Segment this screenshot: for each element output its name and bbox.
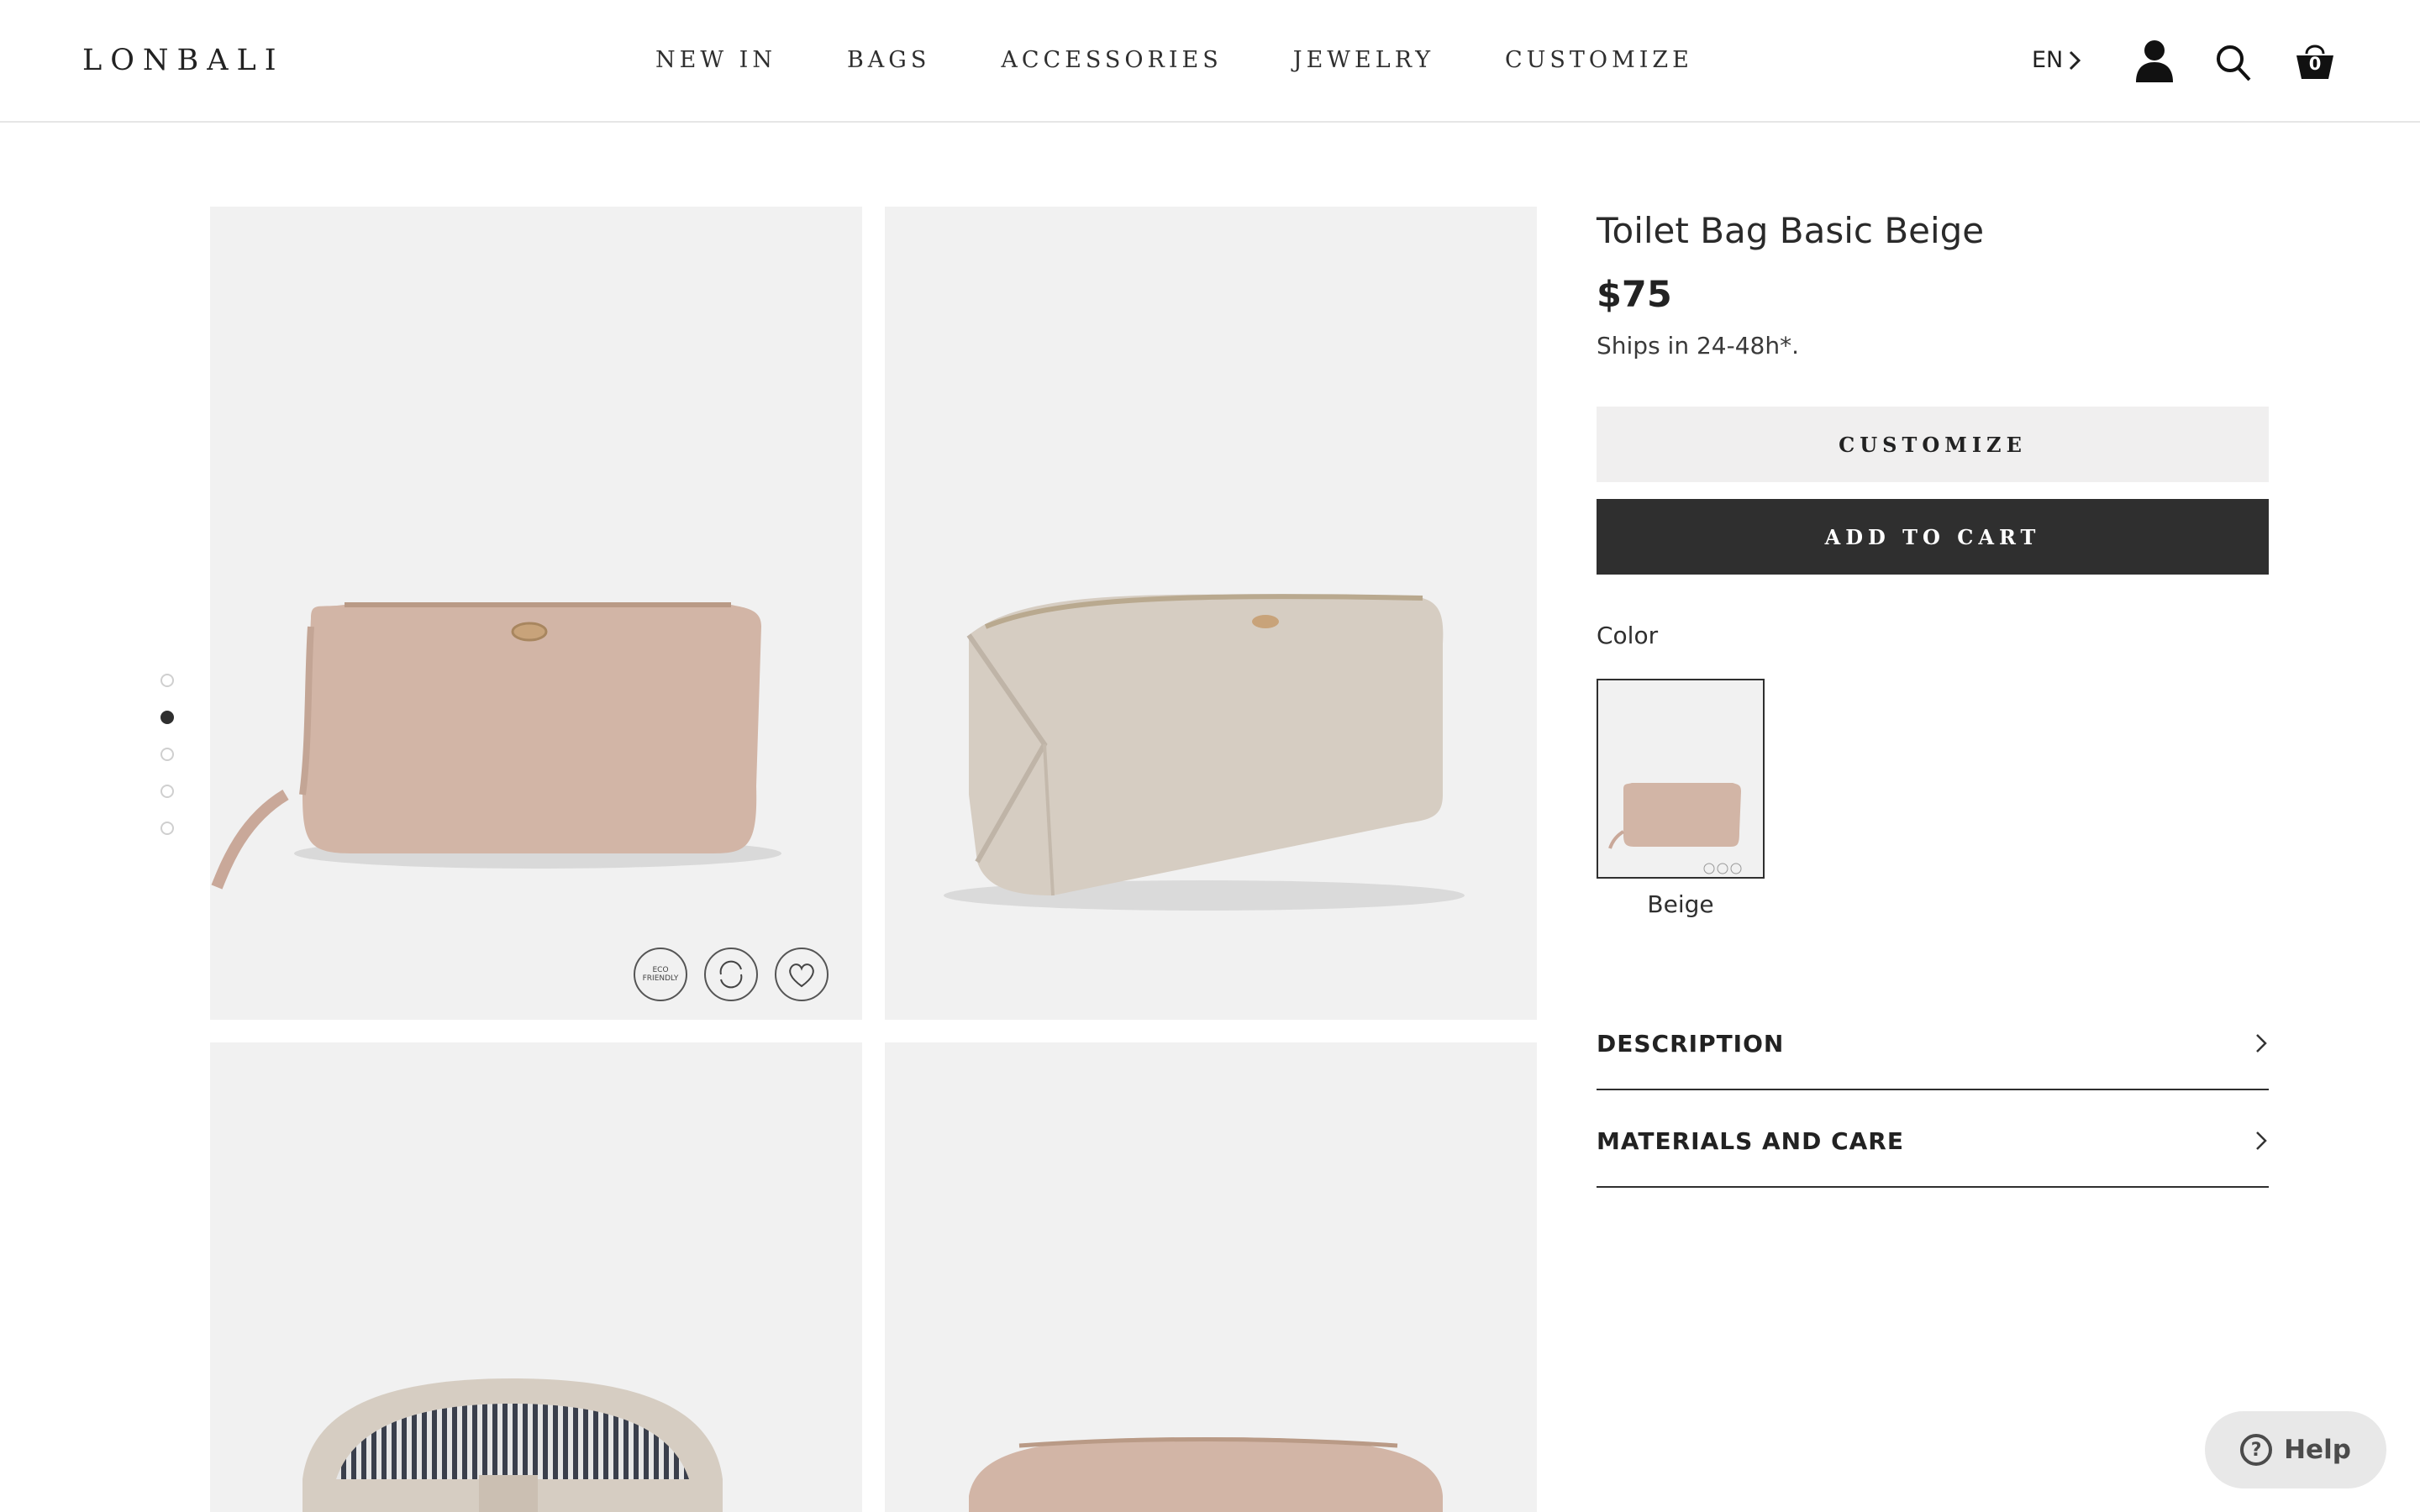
product-image-open[interactable] <box>210 1042 862 1512</box>
recycle-icon <box>704 948 758 1001</box>
badge-group: ECO FRIENDLY <box>617 948 829 1001</box>
customize-button[interactable]: CUSTOMIZE <box>1597 407 2269 482</box>
language-selector[interactable]: EN <box>2032 47 2081 73</box>
accordion-materials-label: MATERIALS AND CARE <box>1597 1127 1904 1155</box>
chevron-right-icon <box>2256 1131 2267 1150</box>
shipping-info: Ships in 24-48h*. <box>1597 332 1799 360</box>
language-label: EN <box>2032 47 2064 73</box>
color-swatch-beige[interactable] <box>1597 679 1765 879</box>
swatch-thumbnail <box>1608 783 1742 874</box>
main-nav: NEW IN BAGS ACCESSORIES JEWELRY CUSTOMIZ… <box>655 47 1764 73</box>
heart-badge-icon <box>775 948 829 1001</box>
chevron-right-icon <box>2070 50 2081 70</box>
color-label: Color <box>1597 622 1659 649</box>
nav-bags[interactable]: BAGS <box>847 47 930 73</box>
product-image-front[interactable]: ECO FRIENDLY <box>210 207 862 1020</box>
accordion-materials-care[interactable]: MATERIALS AND CARE <box>1597 1092 2269 1188</box>
bag-open-illustration <box>302 1378 723 1512</box>
help-label: Help <box>2284 1435 2351 1465</box>
cart-count: 0 <box>2308 54 2322 74</box>
help-button[interactable]: ? Help <box>2205 1411 2386 1488</box>
product-image-top[interactable] <box>885 1042 1537 1512</box>
account-icon[interactable] <box>2134 39 2175 86</box>
eco-friendly-badge: ECO FRIENDLY <box>634 948 687 1001</box>
nav-accessories[interactable]: ACCESSORIES <box>1001 47 1222 73</box>
product-image-side[interactable] <box>885 207 1537 1020</box>
accordion-description[interactable]: DESCRIPTION <box>1597 995 2269 1090</box>
pagination-dot[interactable] <box>160 785 174 798</box>
search-icon[interactable] <box>2215 44 2252 86</box>
site-header: LONBALI NEW IN BAGS ACCESSORIES JEWELRY … <box>0 0 2420 123</box>
nav-new-in[interactable]: NEW IN <box>655 47 776 73</box>
bag-top-illustration <box>969 1437 1443 1512</box>
gallery-pagination <box>160 674 174 858</box>
product-price: $75 <box>1597 274 1672 316</box>
chevron-right-icon <box>2256 1034 2267 1053</box>
product-title: Toilet Bag Basic Beige <box>1597 210 1985 251</box>
bag-side-illustration <box>944 594 1465 911</box>
color-swatch-label: Beige <box>1647 890 1714 918</box>
bag-front-illustration <box>211 602 781 890</box>
cart-icon[interactable]: 0 <box>2295 39 2335 82</box>
nav-jewelry[interactable]: JEWELRY <box>1293 47 1434 73</box>
pagination-dot[interactable] <box>160 674 174 687</box>
question-icon: ? <box>2240 1434 2273 1466</box>
add-to-cart-button[interactable]: ADD TO CART <box>1597 499 2269 575</box>
brand-logo[interactable]: LONBALI <box>82 44 285 77</box>
nav-customize[interactable]: CUSTOMIZE <box>1505 47 1693 73</box>
accordion-description-label: DESCRIPTION <box>1597 1030 1785 1058</box>
pagination-dot[interactable] <box>160 748 174 761</box>
pagination-dot-active[interactable] <box>160 711 174 724</box>
pagination-dot[interactable] <box>160 822 174 835</box>
